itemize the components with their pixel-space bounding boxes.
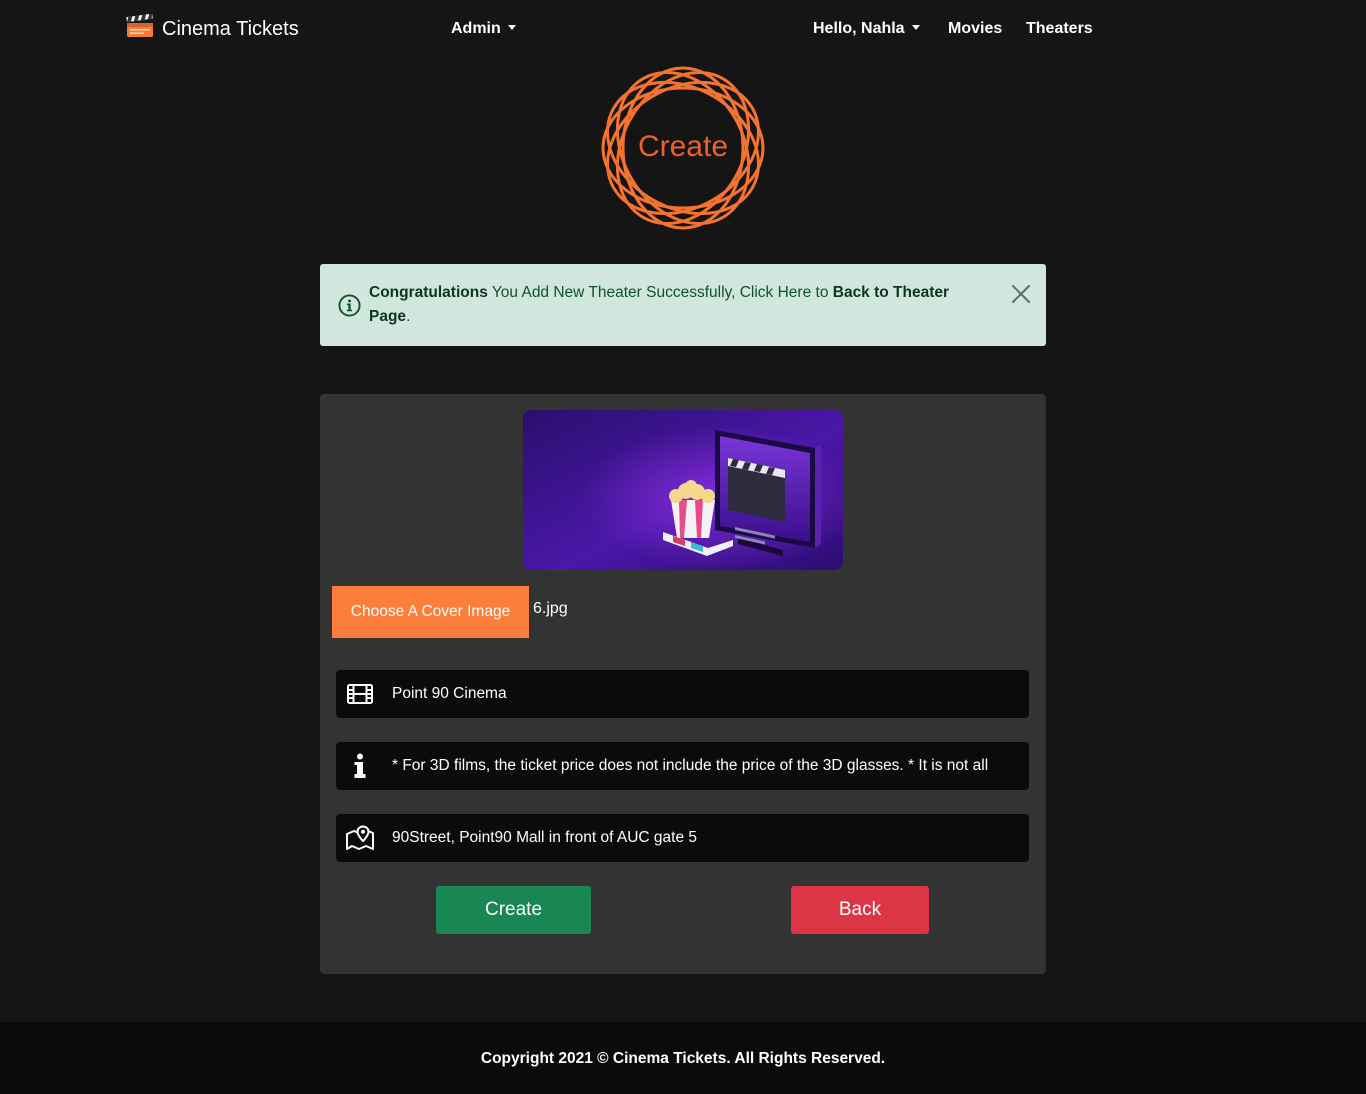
close-icon[interactable] [1009,282,1033,306]
create-button[interactable]: Create [436,886,591,934]
logo-text: Create [638,130,728,163]
admin-dropdown-label: Admin [451,20,501,37]
theater-description-field[interactable] [336,742,1029,790]
cover-file-name: 6.jpg [533,600,568,617]
alert-message: Congratulations You Add New Theater Succ… [369,281,979,329]
theater-description-input[interactable] [392,743,1022,789]
chevron-down-icon [911,24,920,30]
clapperboard-icon [126,13,154,44]
film-icon [336,670,384,718]
nav-movies-link[interactable]: Movies [948,18,1002,40]
copyright-text: Copyright 2021 © Cinema Tickets. All Rig… [480,1050,886,1067]
top-navbar: Cinema Tickets Admin Hello, Nahla Movies… [0,0,1366,56]
create-logo: Create [598,63,768,233]
map-marker-icon [336,814,384,862]
info-icon [336,742,384,790]
chevron-down-icon [507,24,516,30]
theater-name-input[interactable] [392,671,1022,717]
cover-image-preview [523,410,843,570]
alert-trailing: . [406,308,411,325]
admin-dropdown[interactable]: Admin [451,18,516,40]
info-circle-icon [338,294,361,317]
back-button[interactable]: Back [791,886,929,934]
brand-link[interactable]: Cinema Tickets [126,13,299,44]
alert-strong-lead: Congratulations [369,284,488,301]
theater-address-input[interactable] [392,815,1022,861]
nav-theaters-link[interactable]: Theaters [1026,18,1093,40]
page-footer: Copyright 2021 © Cinema Tickets. All Rig… [0,1022,1366,1094]
brand-label: Cinema Tickets [162,17,299,40]
choose-cover-image-button[interactable]: Choose A Cover Image [332,586,529,638]
theater-name-field[interactable] [336,670,1029,718]
theater-address-field[interactable] [336,814,1029,862]
alert-body: You Add New Theater Successfully, Click … [487,284,833,301]
user-greeting: Hello, Nahla [813,20,905,37]
user-dropdown[interactable]: Hello, Nahla [813,18,920,40]
